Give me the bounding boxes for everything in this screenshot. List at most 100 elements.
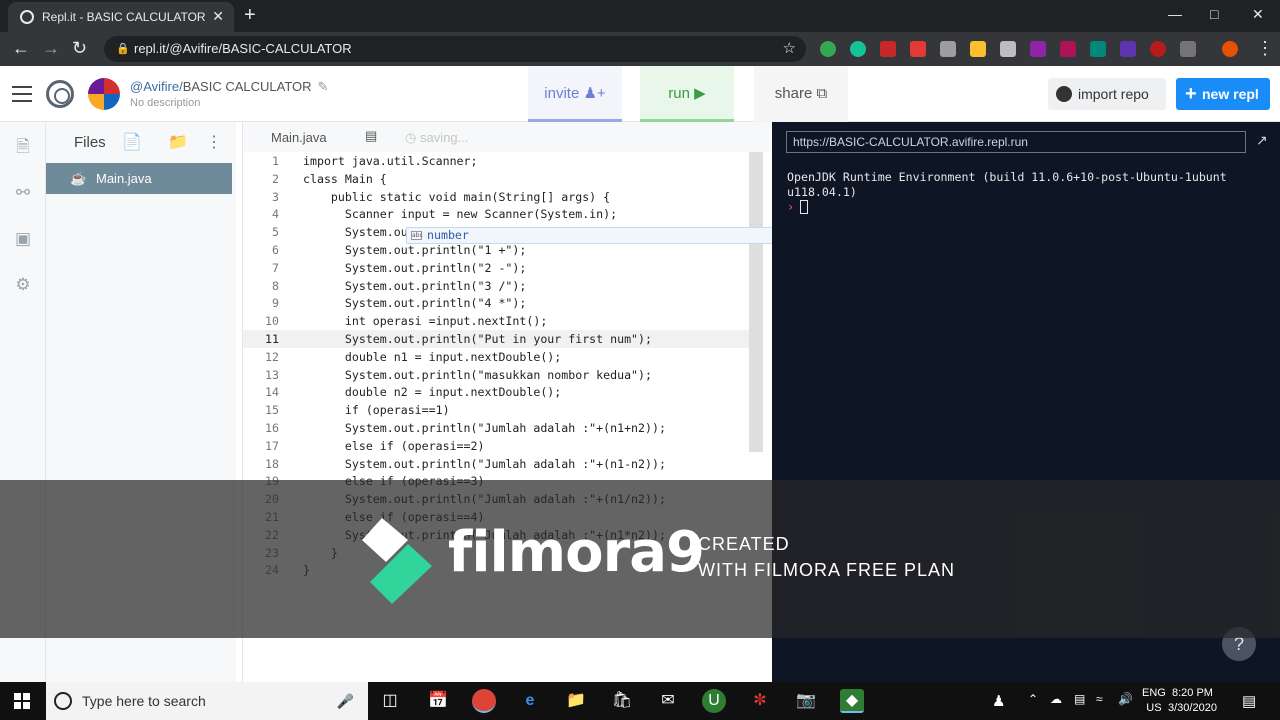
add-file-icon[interactable]: 📄 xyxy=(122,132,142,152)
invite-button[interactable]: invite ♟+ xyxy=(528,66,622,122)
volume-icon[interactable]: 🔊 xyxy=(1118,692,1133,706)
code-line[interactable]: 7 System.out.println("2 -"); xyxy=(243,259,753,277)
onedrive-icon[interactable]: ☁ xyxy=(1050,692,1062,706)
browser-menu-icon[interactable]: ⋮ xyxy=(1256,38,1274,59)
code-line[interactable]: 9 System.out.println("4 *"); xyxy=(243,294,753,312)
network-icon[interactable]: ▤ xyxy=(1074,692,1085,706)
code-line[interactable]: 4 Scanner input = new Scanner(System.in)… xyxy=(243,205,753,223)
plus-icon: + xyxy=(1185,83,1197,105)
line-number: 11 xyxy=(265,332,279,346)
task-view-icon[interactable]: ◫ xyxy=(378,689,402,713)
code-line[interactable]: 18 System.out.println("Jumlah adalah :"+… xyxy=(243,455,753,473)
calendar-app-icon[interactable]: 📅 xyxy=(426,689,450,713)
saving-label: saving... xyxy=(419,130,469,145)
hamburger-menu-icon[interactable] xyxy=(12,86,32,107)
pencil-icon[interactable]: ✎ xyxy=(318,79,329,94)
code-line[interactable]: 3 public static void main(String[] args)… xyxy=(243,188,753,206)
extension-yellow-icon[interactable] xyxy=(970,41,986,57)
tab-close-icon[interactable]: ✕ xyxy=(212,8,224,25)
code-line[interactable]: 8 System.out.println("3 /"); xyxy=(243,277,753,295)
profile-avatar-icon[interactable] xyxy=(1222,41,1238,57)
add-folder-icon[interactable]: 📁 xyxy=(168,132,188,152)
mail-icon[interactable]: ✉ xyxy=(656,689,680,713)
grammarly-icon[interactable] xyxy=(850,41,866,57)
windows-start-icon[interactable] xyxy=(14,693,30,709)
wifi-icon[interactable]: ≈ xyxy=(1096,692,1103,706)
extension-circle-icon[interactable] xyxy=(1150,41,1166,57)
edge-icon[interactable]: e xyxy=(518,689,542,713)
code-line[interactable]: 10 int operasi =input.nextInt(); xyxy=(243,312,753,330)
autocomplete-suggestion[interactable]: abc number xyxy=(406,227,810,244)
extension-arrow-icon[interactable] xyxy=(1000,41,1016,57)
taskbar-search[interactable]: Type here to search 🎤 xyxy=(46,682,368,720)
repl-title[interactable]: @Avifire/BASIC CALCULATOR ✎ xyxy=(130,79,328,95)
code-line[interactable]: 17 else if (operasi==2) xyxy=(243,437,753,455)
code-line[interactable]: 16 System.out.println("Jumlah adalah :"+… xyxy=(243,419,753,437)
language-indicator[interactable]: ENG US xyxy=(1142,686,1166,716)
avatar[interactable] xyxy=(88,78,120,110)
line-code: public static void main(String[] args) { xyxy=(303,189,611,204)
code-line[interactable]: 12 double n1 = input.nextDouble(); xyxy=(243,348,753,366)
extension-purple-icon[interactable] xyxy=(1120,41,1136,57)
camera-icon[interactable]: 📷 xyxy=(794,689,818,713)
filmora-taskbar-icon[interactable]: ◆ xyxy=(840,689,864,713)
code-line[interactable]: 11 System.out.println("Put in your first… xyxy=(243,330,753,348)
repl-owner[interactable]: @Avifire/ xyxy=(130,79,183,94)
lock-icon: 🔒 xyxy=(116,43,130,55)
language-code: ENG xyxy=(1142,687,1166,699)
address-bar[interactable]: 🔒 repl.it/@Avifire/BASIC-CALCULATOR ☆ xyxy=(104,36,806,62)
code-line[interactable]: 1 import java.util.Scanner; xyxy=(243,152,753,170)
back-arrow-icon[interactable]: ← xyxy=(12,38,30,59)
code-line[interactable]: 15 if (operasi==1) xyxy=(243,401,753,419)
notifications-icon[interactable]: ▤ xyxy=(1242,692,1256,710)
files-more-icon[interactable]: ⋮ xyxy=(206,132,222,152)
files-icon[interactable]: 🗎 xyxy=(14,138,32,156)
extension-pink-icon[interactable] xyxy=(1060,41,1076,57)
extension-glasses-icon[interactable] xyxy=(940,41,956,57)
file-menu-icon[interactable]: ▤ xyxy=(365,128,377,144)
invite-label: invite xyxy=(544,85,580,102)
bookmark-star-icon[interactable]: ☆ xyxy=(783,36,796,62)
extension-d-icon[interactable] xyxy=(1030,41,1046,57)
new-repl-button[interactable]: + new repl xyxy=(1176,78,1270,110)
browser-tab[interactable]: Repl.it - BASIC CALCULATOR ✕ xyxy=(8,2,234,32)
people-icon[interactable]: ♟ xyxy=(992,692,1005,710)
settings-gear-icon[interactable]: ⚙ xyxy=(14,276,32,294)
extension-teal-icon[interactable] xyxy=(1090,41,1106,57)
code-line[interactable]: 13 System.out.println("masukkan nombor k… xyxy=(243,366,753,384)
forward-arrow-icon[interactable]: → xyxy=(42,38,60,59)
app-u-icon[interactable]: U xyxy=(702,689,726,713)
maximize-icon[interactable]: □ xyxy=(1210,6,1218,22)
replit-logo-icon[interactable] xyxy=(46,80,74,108)
new-tab-button[interactable]: + xyxy=(244,4,256,27)
store-icon[interactable]: 🛍 xyxy=(610,689,634,713)
file-item-main-java[interactable]: ☕ Main.java xyxy=(46,163,232,194)
extension-red-icon[interactable] xyxy=(880,41,896,57)
code-line[interactable]: 2 class Main { xyxy=(243,170,753,188)
tray-chevron-icon[interactable]: ⌃ xyxy=(1028,692,1038,706)
browser-toolbar: ← → ↻ 🔒 repl.it/@Avifire/BASIC-CALCULATO… xyxy=(0,32,1280,66)
chrome-icon[interactable] xyxy=(472,689,496,713)
extension-y-icon[interactable] xyxy=(910,41,926,57)
extension-shield-icon[interactable] xyxy=(1180,41,1196,57)
search-placeholder: Type here to search xyxy=(82,693,206,709)
line-code: class Main { xyxy=(303,171,387,186)
packages-icon[interactable]: ▣ xyxy=(14,230,32,248)
code-line[interactable]: 14 double n2 = input.nextDouble(); xyxy=(243,383,753,401)
editor-tab-main-java[interactable]: Main.java xyxy=(271,130,327,145)
open-new-tab-icon[interactable]: ↗ xyxy=(1256,132,1268,149)
clock[interactable]: 8:20 PM 3/30/2020 xyxy=(1168,686,1217,716)
app-red-icon[interactable]: ✼ xyxy=(748,689,772,713)
minimize-icon[interactable]: — xyxy=(1168,6,1182,22)
reload-icon[interactable]: ↻ xyxy=(72,38,87,59)
file-explorer-icon[interactable]: 📁 xyxy=(564,689,588,713)
window-close-icon[interactable]: ✕ xyxy=(1252,6,1264,23)
share-button[interactable]: share ⧉ xyxy=(754,66,848,122)
web-url-field[interactable]: https://BASIC-CALCULATOR.avifire.repl.ru… xyxy=(786,131,1246,153)
editor-scrollbar[interactable] xyxy=(749,152,763,452)
run-button[interactable]: run ▶ xyxy=(640,66,734,122)
microphone-icon[interactable]: 🎤 xyxy=(337,682,354,720)
version-control-icon[interactable]: ⚯ xyxy=(14,184,32,202)
import-repo-button[interactable]: import repo xyxy=(1048,78,1166,110)
extension-green-icon[interactable] xyxy=(820,41,836,57)
